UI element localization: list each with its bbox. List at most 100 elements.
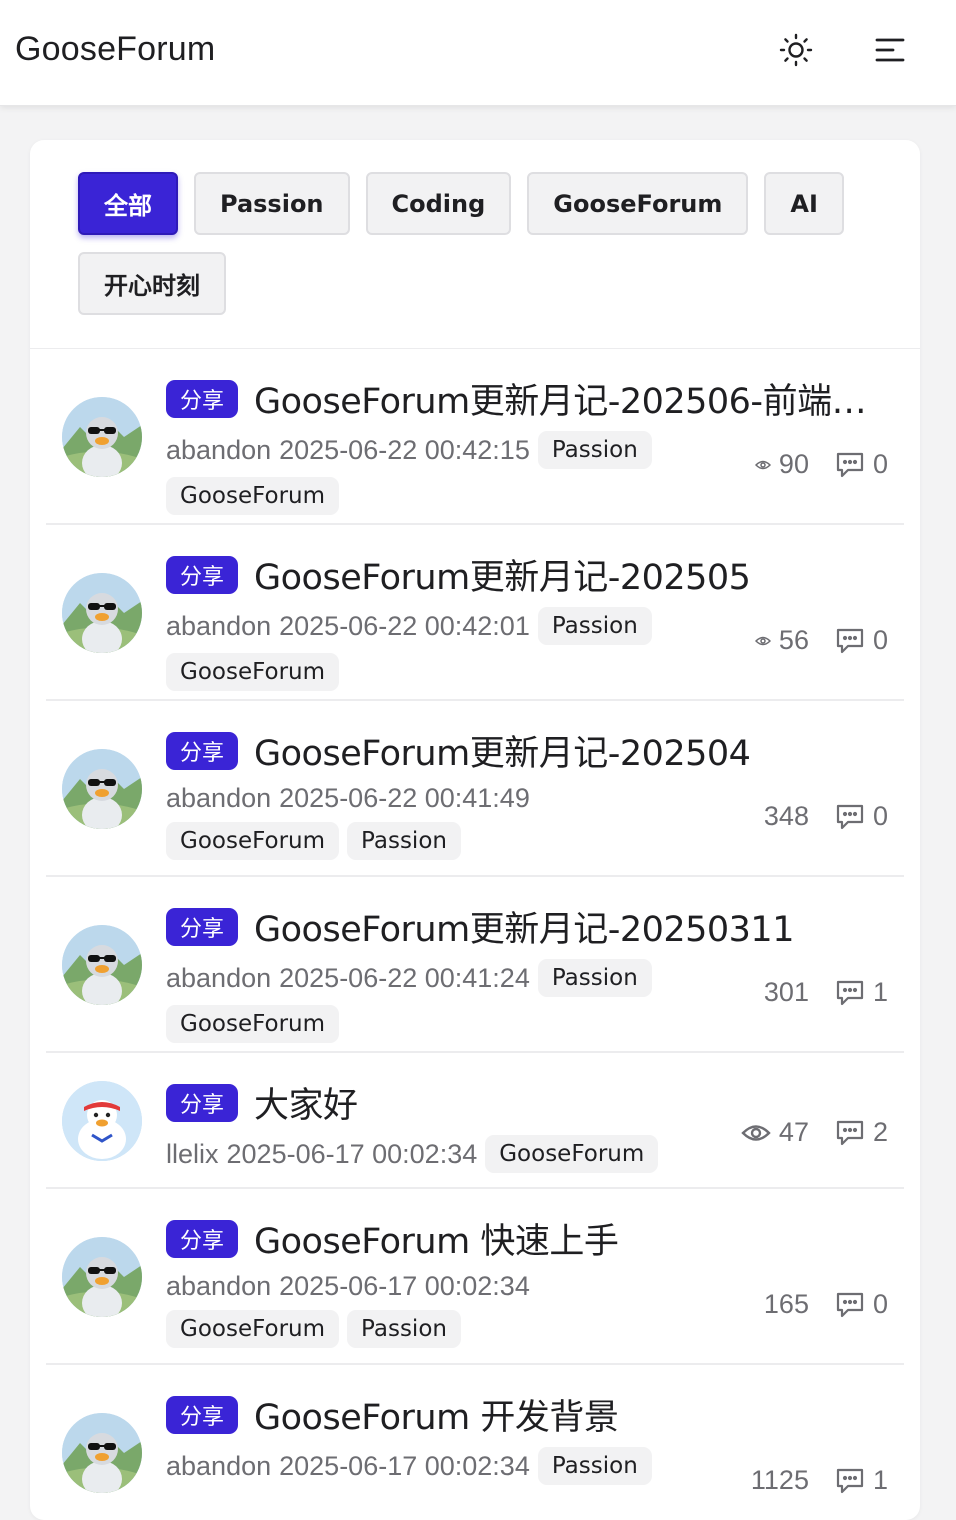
post-title-link[interactable]: GooseForum更新月记-20250311 — [254, 901, 794, 952]
post-date: 2025-06-17 00:02:34 — [279, 1450, 530, 1481]
post-meta: llelix 2025-06-17 00:02:34 GooseForum — [166, 1135, 726, 1173]
post-type-badge[interactable]: 分享 — [166, 379, 239, 418]
post-type-badge[interactable]: 分享 — [166, 1219, 239, 1258]
post-date: 2025-06-22 00:41:49 — [279, 783, 530, 813]
menu-icon[interactable] — [870, 30, 910, 70]
post-date: 2025-06-22 00:41:24 — [279, 962, 530, 993]
avatar[interactable] — [62, 397, 142, 477]
comment-count-value: 0 — [872, 625, 888, 655]
post-author[interactable]: abandon — [166, 1271, 271, 1302]
comment-icon — [836, 452, 864, 477]
filter-chip-happy-moments[interactable]: 开心时刻 — [78, 252, 226, 315]
site-brand[interactable]: GooseForum — [15, 30, 215, 69]
post-meta: abandon 2025-06-22 00:41:24 Passion Goos… — [166, 959, 706, 1043]
post-title-link[interactable]: GooseForum 快速上手 — [254, 1213, 618, 1264]
post-author[interactable]: abandon — [166, 611, 271, 642]
comment-count-value: 0 — [872, 1289, 888, 1319]
avatar[interactable] — [62, 1413, 142, 1493]
post-date: 2025-06-17 00:02:34 — [279, 1271, 530, 1301]
post-title-row: 分享 GooseForum更新月记-202504 — [166, 725, 886, 776]
view-count-value: 90 — [778, 449, 809, 479]
view-count: 348 — [764, 801, 809, 832]
comment-count: 0 — [835, 801, 888, 832]
post-title-row: 分享 GooseForum更新月记-20250311 — [166, 901, 886, 952]
post-item[interactable]: 分享 GooseForum 开发背景 abandon 2025-06-17 00… — [46, 1365, 904, 1520]
post-type-badge[interactable]: 分享 — [166, 731, 239, 770]
post-item[interactable]: 分享 大家好 llelix 2025-06-17 00:02:34 GooseF… — [46, 1053, 904, 1189]
post-stats: 1125 1 — [751, 1465, 888, 1496]
post-label[interactable]: Passion — [347, 822, 461, 860]
post-label[interactable]: Passion — [537, 607, 652, 645]
post-title-link[interactable]: 大家好 — [254, 1077, 358, 1128]
post-label[interactable]: GooseForum — [166, 477, 340, 515]
post-label[interactable]: GooseForum — [166, 822, 340, 860]
post-author[interactable]: abandon — [166, 963, 271, 994]
post-type-badge[interactable]: 分享 — [166, 555, 239, 594]
post-title-row: 分享 GooseForum更新月记-202506-前端… — [166, 373, 886, 424]
view-count: 56 — [754, 625, 809, 656]
post-item[interactable]: 分享 GooseForum更新月记-20250311 abandon 2025-… — [46, 877, 904, 1053]
post-author[interactable]: abandon — [166, 1451, 271, 1482]
post-item[interactable]: 分享 GooseForum 快速上手 abandon 2025-06-17 00… — [46, 1189, 904, 1365]
post-label[interactable]: Passion — [537, 1447, 652, 1485]
filter-chip-coding[interactable]: Coding — [365, 172, 512, 235]
post-label[interactable]: Passion — [537, 431, 652, 469]
filter-chip-passion[interactable]: Passion — [194, 172, 350, 235]
view-count: 301 — [764, 977, 809, 1008]
view-count-value: 348 — [763, 801, 809, 831]
filter-chip-all[interactable]: 全部 — [78, 172, 178, 235]
post-meta: abandon 2025-06-22 00:41:49 GooseForum P… — [166, 783, 706, 860]
view-count-value: 56 — [778, 625, 809, 655]
post-title-link[interactable]: GooseForum更新月记-202505 — [254, 549, 750, 600]
comment-icon — [836, 628, 864, 653]
avatar[interactable] — [62, 1237, 142, 1317]
post-item[interactable]: 分享 GooseForum更新月记-202505 abandon 2025-06… — [46, 525, 904, 701]
avatar[interactable] — [62, 749, 142, 829]
post-label[interactable]: GooseForum — [166, 1005, 340, 1043]
post-title-link[interactable]: GooseForum更新月记-202504 — [254, 725, 750, 776]
comment-icon — [836, 1292, 864, 1317]
post-type-badge[interactable]: 分享 — [166, 907, 239, 946]
post-stats: 301 1 — [764, 977, 888, 1008]
comment-count: 0 — [835, 449, 888, 480]
comment-count-value: 1 — [872, 1465, 888, 1495]
post-stats: 165 0 — [764, 1289, 888, 1320]
post-label[interactable]: Passion — [537, 959, 652, 997]
post-label[interactable]: Passion — [347, 1310, 461, 1348]
avatar[interactable] — [62, 1081, 142, 1161]
comment-count: 0 — [835, 625, 888, 656]
avatar[interactable] — [62, 925, 142, 1005]
comment-count: 1 — [835, 977, 888, 1008]
post-stats: 56 0 — [754, 625, 888, 656]
view-count: 47 — [741, 1117, 809, 1148]
post-author[interactable]: abandon — [166, 435, 271, 466]
post-title-row: 分享 GooseForum 快速上手 — [166, 1213, 886, 1264]
post-meta: abandon 2025-06-17 00:02:34 GooseForum P… — [166, 1271, 706, 1348]
post-item[interactable]: 分享 GooseForum更新月记-202504 abandon 2025-06… — [46, 701, 904, 877]
post-type-badge[interactable]: 分享 — [166, 1083, 239, 1122]
view-count: 165 — [764, 1289, 809, 1320]
eye-icon — [754, 636, 771, 645]
post-author[interactable]: llelix — [166, 1139, 219, 1170]
comment-count: 1 — [835, 1465, 888, 1496]
filter-chip-gooseforum[interactable]: GooseForum — [527, 172, 749, 235]
theme-toggle-sun-icon[interactable] — [776, 30, 816, 70]
view-count-value: 165 — [763, 1289, 809, 1319]
post-title-link[interactable]: GooseForum 开发背景 — [254, 1389, 618, 1440]
avatar[interactable] — [62, 573, 142, 653]
filter-chip-ai[interactable]: AI — [764, 172, 844, 235]
post-item[interactable]: 分享 GooseForum更新月记-202506-前端… abandon 202… — [46, 349, 904, 525]
post-label[interactable]: GooseForum — [485, 1135, 659, 1173]
post-type-badge[interactable]: 分享 — [166, 1395, 239, 1434]
post-title-link[interactable]: GooseForum更新月记-202506-前端… — [254, 373, 866, 424]
post-stats: 47 2 — [741, 1117, 888, 1148]
post-date: 2025-06-17 00:02:34 — [226, 1138, 478, 1169]
comment-icon — [836, 980, 864, 1005]
post-label[interactable]: GooseForum — [166, 1310, 340, 1348]
post-label[interactable]: GooseForum — [166, 653, 340, 691]
comment-count: 0 — [835, 1289, 888, 1320]
comment-count-value: 2 — [872, 1117, 888, 1147]
post-author[interactable]: abandon — [166, 783, 271, 814]
comment-icon — [836, 1468, 864, 1493]
comment-count-value: 0 — [872, 801, 888, 831]
